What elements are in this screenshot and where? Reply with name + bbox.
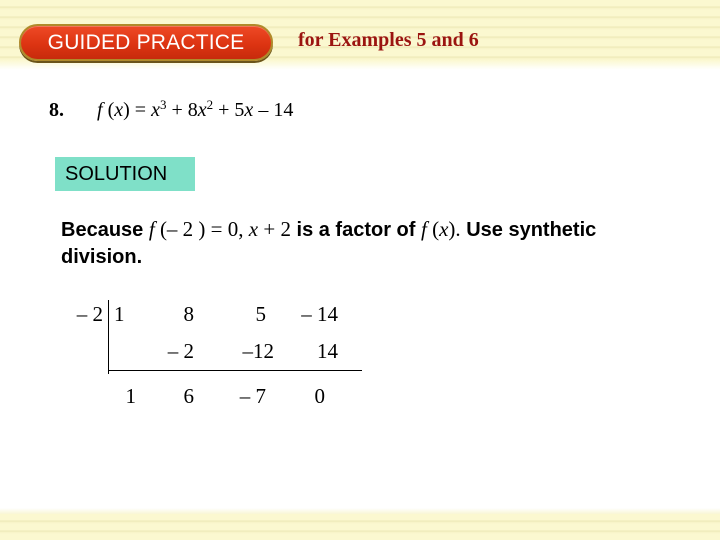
result: 0 [314, 384, 326, 408]
coefficient: 1 [114, 302, 125, 326]
header-fade [0, 60, 720, 70]
product: – 2 [167, 339, 194, 363]
guided-practice-label: GUIDED PRACTICE [47, 30, 245, 54]
paren: ) [123, 99, 130, 121]
coefficient: 5 [255, 302, 267, 326]
variable: x [248, 217, 259, 241]
coefficient: 8 [183, 302, 195, 326]
coefficient: – 14 [301, 302, 338, 326]
text: Because [61, 219, 149, 241]
problem-equation: f (x) = x3 + 8x2 + 5x – 14 [97, 98, 294, 122]
division-horizontal-line [108, 370, 362, 371]
variable: x [114, 99, 124, 121]
examples-reference: for Examples 5 and 6 [298, 29, 479, 51]
result: 1 [125, 384, 137, 408]
solution-label: SOLUTION [65, 162, 168, 185]
term: + 8 [166, 99, 198, 121]
paren: ( [102, 99, 115, 121]
footer-band [0, 514, 720, 540]
guided-practice-badge: GUIDED PRACTICE [19, 24, 273, 61]
math-text: ). [448, 217, 461, 241]
text: is a factor of [290, 219, 421, 241]
constant-term: – 14 [253, 99, 294, 121]
variable: x [439, 217, 449, 241]
math-expression: f (– 2 ) = 0, x + 2 [149, 217, 291, 241]
solution-heading: SOLUTION [55, 157, 195, 191]
math-text: + 2 [258, 217, 291, 241]
variable: x [151, 99, 160, 121]
term: + 5 [213, 99, 245, 121]
explanation-text: Because f (– 2 ) = 0, x + 2 is a factor … [61, 216, 621, 271]
math-expression: f (x). [421, 217, 461, 241]
variable: x [244, 99, 254, 121]
problem-number: 8. [49, 99, 64, 121]
product: 14 [317, 339, 338, 363]
result: 6 [183, 384, 195, 408]
divisor: – 2 [76, 302, 103, 326]
variable: x [197, 99, 207, 121]
math-text: (– 2 ) = 0, [154, 217, 249, 241]
equals-sign: = [129, 99, 152, 121]
result: – 7 [239, 384, 266, 408]
math-text: ( [426, 217, 440, 241]
division-vertical-line [108, 300, 109, 374]
product: –12 [242, 339, 275, 363]
